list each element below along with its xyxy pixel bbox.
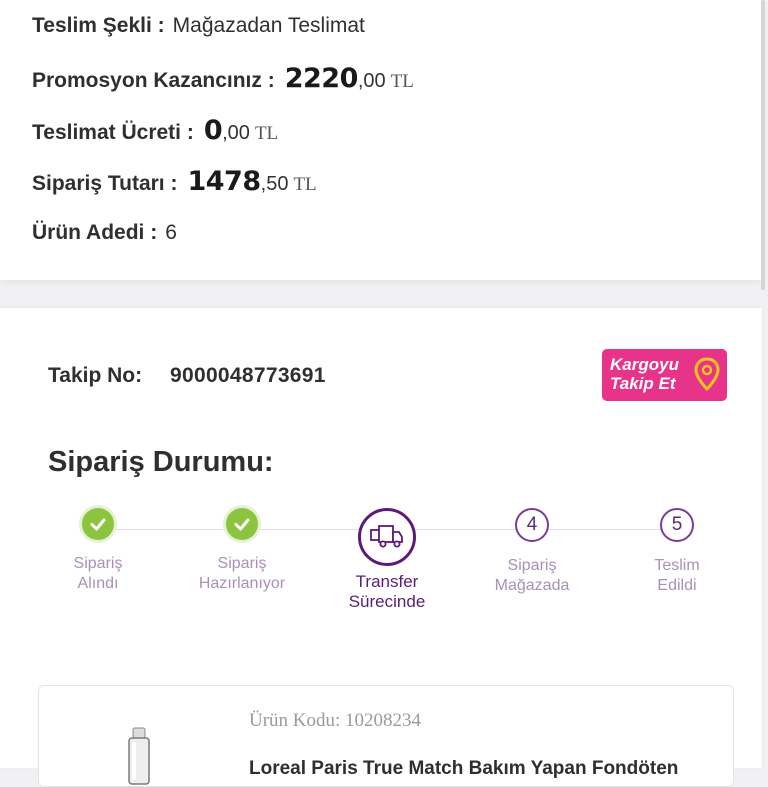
track-shipment-button[interactable]: Kargoyu Takip Et (602, 349, 727, 401)
shipping-fee-row: Teslimat Ücreti : 0 ,00 TL (32, 115, 278, 146)
track-shipment-label-line1: Kargoyu (610, 355, 679, 374)
status-step-label: Sipariş Hazırlanıyor (198, 555, 286, 592)
shipping-fee-int: 0 (203, 115, 223, 146)
step-number-badge: 4 (515, 508, 549, 542)
status-step-label: Sipariş Mağazada (494, 557, 570, 594)
item-count-value: 6 (165, 221, 177, 244)
shipping-currency: TL (254, 123, 279, 144)
product-code: Ürün Kodu: 10208234 (249, 710, 422, 731)
delivery-method-label: Teslim Şekli : (32, 14, 165, 37)
order-summary-card: Teslim Şekli : Mağazadan Teslimat Promos… (0, 0, 762, 280)
promo-row: Promosyon Kazancınız : 2220 ,00 TL (32, 63, 414, 94)
promo-amount-int: 2220 (284, 63, 359, 94)
delivery-method-row: Teslim Şekli : Mağazadan Teslimat (32, 14, 365, 38)
shipping-fee-label: Teslimat Ücreti : (32, 121, 194, 144)
status-step-label: Sipariş Alındı (73, 555, 123, 592)
tracking-number-label: Takip No: (48, 364, 143, 387)
status-step-label: Transfer Sürecinde (348, 572, 426, 611)
order-total-int: 1478 (187, 166, 261, 197)
status-step-in-transfer: Transfer Sürecinde (322, 508, 452, 612)
promo-amount-dec: ,00 (357, 70, 386, 92)
delivery-method-value: Mağazadan Teslimat (172, 14, 365, 37)
order-total-label: Sipariş Tutarı : (32, 172, 178, 195)
order-total-currency: TL (293, 174, 317, 195)
delivery-truck-icon (358, 508, 416, 566)
status-step-delivered: 5 Teslim Edildi (612, 508, 742, 596)
item-count-row: Ürün Adedi : 6 (32, 221, 177, 245)
shipping-fee-dec: ,00 (222, 122, 250, 144)
product-card[interactable]: Ürün Kodu: 10208234 Loreal Paris True Ma… (38, 685, 734, 787)
check-icon (226, 508, 258, 540)
check-icon (82, 508, 114, 540)
scrollbar[interactable] (761, 0, 765, 290)
step-number-badge: 5 (660, 508, 694, 542)
tracking-number-value: 9000048773691 (170, 364, 326, 387)
status-step-preparing: Sipariş Hazırlanıyor (177, 508, 307, 594)
product-name[interactable]: Loreal Paris True Match Bakım Yapan Fond… (249, 758, 678, 780)
item-count-label: Ürün Adedi : (32, 221, 158, 244)
status-step-received: Sipariş Alındı (33, 508, 163, 594)
map-pin-icon (694, 357, 720, 391)
order-status-title: Sipariş Durumu: (48, 446, 274, 478)
promo-label: Promosyon Kazancınız : (32, 69, 275, 92)
status-step-label: Teslim Edildi (654, 557, 700, 594)
promo-currency: TL (390, 71, 414, 92)
order-total-dec: ,50 (260, 173, 289, 195)
order-total-row: Sipariş Tutarı : 1478 ,50 TL (32, 166, 317, 197)
track-shipment-label-line2: Takip Et (610, 374, 676, 393)
status-step-in-store: 4 Sipariş Mağazada (467, 508, 597, 596)
product-image (128, 727, 150, 785)
